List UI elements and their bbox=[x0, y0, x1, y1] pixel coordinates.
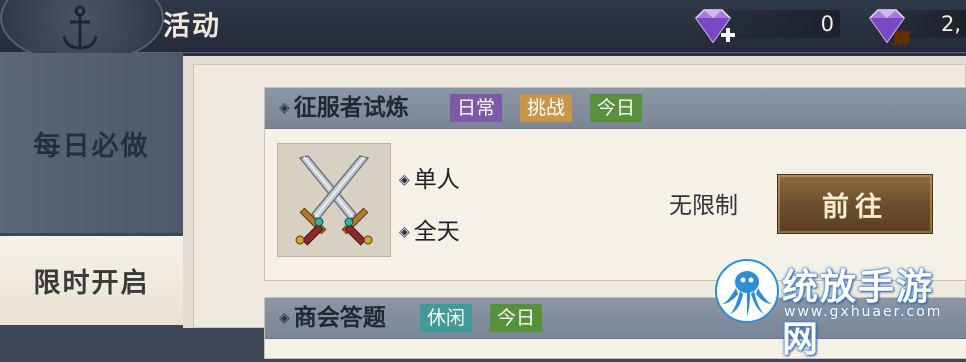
sidebar-item-daily[interactable]: 每日必做 bbox=[0, 53, 187, 233]
sidebar-item-limited[interactable]: 限时开启 bbox=[0, 236, 183, 325]
activity-time: ◈ 全天 bbox=[399, 219, 460, 245]
sidebar: 每日必做 限时开启 bbox=[0, 53, 187, 325]
activity-icon-frame bbox=[277, 143, 391, 257]
tag-today: 今日 bbox=[590, 94, 643, 122]
tag-today: 今日 bbox=[490, 304, 543, 332]
diamond-bullet-icon: ◈ bbox=[279, 310, 290, 326]
go-button[interactable]: 前往 bbox=[777, 174, 933, 234]
currency-bound-diamond-value: 2, bbox=[941, 12, 962, 36]
anchor-icon bbox=[62, 5, 98, 50]
purple-gem-plus-icon[interactable] bbox=[690, 6, 738, 48]
activity-mode: ◈ 单人 bbox=[399, 167, 460, 193]
octopus-logo-icon bbox=[715, 259, 779, 323]
activity-card: ◈ 征服者试炼 日常 挑战 今日 ◈ 单人 ◈ 全天 无限制 前往 bbox=[264, 87, 966, 281]
sidebar-item-label: 限时开启 bbox=[33, 268, 150, 299]
activity-title: ◈ 征服者试炼 bbox=[279, 88, 409, 128]
bound-badge: 绑 bbox=[894, 29, 910, 48]
site-watermark: 统放手游网 www.gxhuaer.com bbox=[714, 258, 966, 360]
tag-casual: 休闲 bbox=[420, 304, 473, 332]
top-bar: 活动 0 2, 绑 bbox=[0, 0, 966, 64]
diamond-bullet-icon: ◈ bbox=[399, 224, 410, 240]
tag-challenge: 挑战 bbox=[520, 94, 573, 122]
watermark-url: www.gxhuaer.com bbox=[784, 304, 943, 320]
currency-diamond-value: 0 bbox=[820, 12, 834, 36]
activity-limit: 无限制 bbox=[669, 193, 738, 219]
activity-card-header: ◈ 征服者试炼 日常 挑战 今日 bbox=[265, 88, 966, 129]
activity-title: ◈ 商会答题 bbox=[279, 298, 386, 338]
page-title: 活动 bbox=[163, 11, 221, 42]
tag-daily: 日常 bbox=[450, 94, 503, 122]
diamond-bullet-icon: ◈ bbox=[399, 172, 410, 188]
sidebar-item-label: 每日必做 bbox=[33, 130, 150, 162]
diamond-bullet-icon: ◈ bbox=[279, 100, 290, 116]
crossed-swords-icon bbox=[295, 155, 373, 246]
purple-gem-bound-icon[interactable]: 绑 bbox=[864, 6, 914, 48]
